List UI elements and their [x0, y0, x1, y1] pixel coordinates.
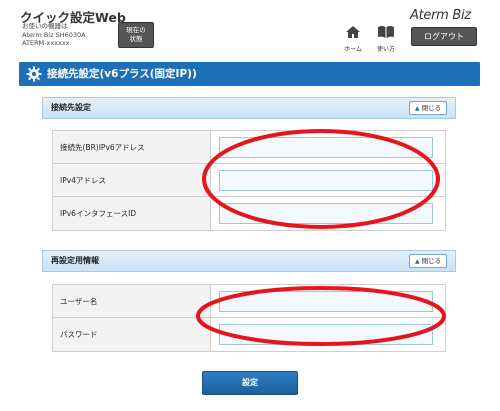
br-ipv6-address-input[interactable] [219, 137, 433, 158]
section-title: 接続先設定 [51, 103, 91, 112]
brand-logo: Aterm Biz [410, 8, 471, 23]
current-status-label-1: 現在の [126, 26, 146, 34]
section-title: 再設定用情報 [51, 256, 99, 265]
device-info: お使いの機器は Aterm Biz SH6030A ATERM-xxxxxx [22, 22, 86, 48]
ipv6-interface-id-label: IPv6インタフェースID [53, 197, 211, 230]
section-connection-settings: 接続先設定 ▲ 閉じる [42, 97, 456, 119]
section-close-button[interactable]: ▲ 閉じる [409, 254, 447, 268]
form-row: ユーザー名 [53, 285, 445, 318]
ipv4-address-input[interactable] [219, 170, 433, 191]
current-status-button[interactable]: 現在の 状態 [118, 22, 154, 48]
ipv4-address-label: IPv4アドレス [53, 164, 211, 196]
current-status-label-2: 状態 [129, 35, 143, 43]
username-label: ユーザー名 [53, 285, 211, 317]
gear-icon [26, 66, 42, 82]
br-ipv6-address-label: 接続先(BR)IPv6アドレス [53, 131, 211, 163]
book-icon [378, 26, 394, 38]
logout-button[interactable]: ログアウト [411, 27, 477, 46]
section-close-button[interactable]: ▲ 閉じる [409, 101, 447, 115]
password-input[interactable] [219, 324, 433, 345]
page-title: 接続先設定(v6プラス(固定IP)) [47, 68, 197, 80]
ipv6-interface-id-input[interactable] [219, 203, 433, 224]
nav-home-label: ホーム [344, 46, 362, 53]
device-info-line: お使いの機器は [22, 22, 68, 30]
device-info-model: Aterm Biz SH6030A [22, 30, 86, 39]
form-row: パスワード [53, 318, 445, 351]
nav-manual-label: 使い方 [376, 46, 395, 53]
nav-home-link[interactable]: ホーム [342, 24, 364, 53]
nav-manual-link[interactable]: 使い方 [374, 24, 398, 53]
page-title-bar: 接続先設定(v6プラス(固定IP)) [19, 62, 480, 86]
close-label: 閉じる [421, 104, 442, 112]
section-reconfiguration-info: 再設定用情報 ▲ 閉じる [42, 250, 456, 272]
submit-button[interactable]: 設定 [202, 371, 298, 395]
device-info-id: ATERM-xxxxxx [22, 39, 70, 47]
form-row: IPv4アドレス [53, 164, 445, 197]
home-icon [346, 26, 360, 38]
username-input[interactable] [219, 291, 433, 312]
password-label: パスワード [53, 318, 211, 351]
close-label: 閉じる [421, 257, 442, 265]
form-row: IPv6インタフェースID [53, 197, 445, 230]
chevron-up-icon: ▲ [414, 258, 420, 265]
chevron-up-icon: ▲ [414, 105, 420, 112]
reconfiguration-info-form: ユーザー名 パスワード [52, 284, 446, 352]
form-row: 接続先(BR)IPv6アドレス [53, 131, 445, 164]
connection-settings-form: 接続先(BR)IPv6アドレス IPv4アドレス IPv6インタフェースID [52, 130, 446, 231]
header: クイック設定Web お使いの機器は Aterm Biz SH6030A ATER… [0, 0, 500, 54]
